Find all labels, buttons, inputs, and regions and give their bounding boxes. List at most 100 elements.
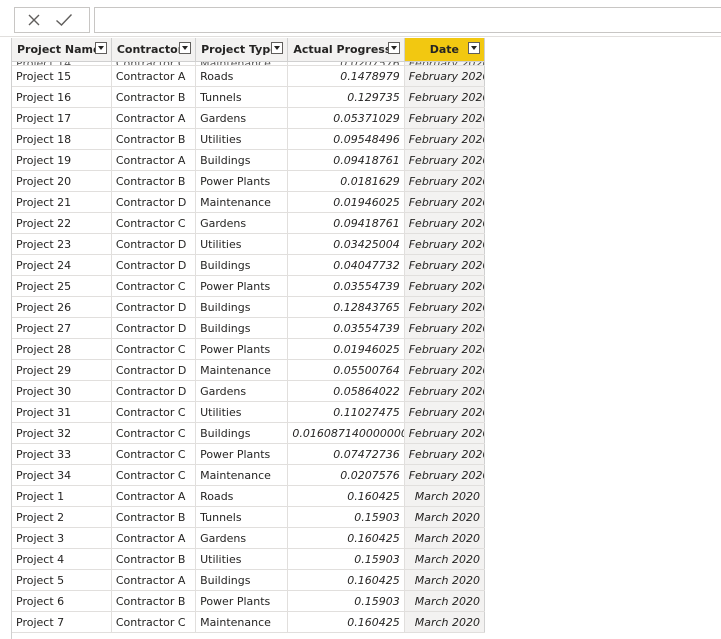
filter-button[interactable]: [468, 42, 480, 54]
cell-date[interactable]: February 2020: [404, 296, 485, 318]
cell-contractor[interactable]: Contractor A: [111, 569, 197, 591]
table-row[interactable]: Project 34 Contractor C Maintenance 0.02075…: [12, 464, 485, 486]
cell-contractor[interactable]: Contractor B: [111, 170, 197, 192]
cell-type[interactable]: Utilities: [195, 548, 289, 570]
cell-date[interactable]: March 2020: [404, 590, 485, 612]
cell-project[interactable]: Project 28: [12, 338, 112, 360]
cell-project[interactable]: Project 5: [12, 569, 112, 591]
cell-contractor[interactable]: Contractor C: [111, 338, 197, 360]
cell-project[interactable]: Project 15: [12, 65, 112, 87]
cell-date[interactable]: March 2020: [404, 569, 485, 591]
table-row[interactable]: Project 27 Contractor D Buildings 0.0355473…: [12, 317, 485, 339]
cell-contractor[interactable]: Contractor A: [111, 485, 197, 507]
cell-contractor[interactable]: Contractor B: [111, 506, 197, 528]
table-row[interactable]: Project 16 Contractor B Tunnels 0.129735 Feb…: [12, 86, 485, 108]
cell-project[interactable]: Project 32: [12, 422, 112, 444]
table-row[interactable]: Project 23 Contractor D Utilities 0.0342500…: [12, 233, 485, 255]
cell-progress[interactable]: 0.04047732: [287, 254, 405, 276]
table-row[interactable]: Project 20 Contractor B Power Plants 0.0181…: [12, 170, 485, 192]
cell-contractor[interactable]: Contractor C: [111, 422, 197, 444]
cell-project[interactable]: Project 1: [12, 485, 112, 507]
cell-contractor[interactable]: Contractor B: [111, 548, 197, 570]
cell-progress[interactable]: 0.160425: [287, 611, 405, 633]
cell-contractor[interactable]: Contractor C: [111, 464, 197, 486]
cell-contractor[interactable]: Contractor B: [111, 86, 197, 108]
table-row[interactable]: Project 7 Contractor C Maintenance 0.160425…: [12, 611, 485, 633]
cell-type[interactable]: Gardens: [195, 107, 289, 129]
cell-project[interactable]: Project 18: [12, 128, 112, 150]
cell-progress[interactable]: 0.09418761: [287, 149, 405, 171]
table-row[interactable]: Project 5 Contractor A Buildings 0.160425 Ma…: [12, 569, 485, 591]
cell-type[interactable]: Power Plants: [195, 443, 289, 465]
cell-type[interactable]: Gardens: [195, 380, 289, 402]
cancel-button[interactable]: [23, 10, 45, 30]
cell-date[interactable]: February 2020: [404, 65, 485, 87]
cell-project[interactable]: Project 27: [12, 317, 112, 339]
cell-project[interactable]: Project 17: [12, 107, 112, 129]
cell-type[interactable]: Power Plants: [195, 275, 289, 297]
cell-date[interactable]: March 2020: [404, 506, 485, 528]
table-row[interactable]: Project 28 Contractor C Power Plants 0.0194…: [12, 338, 485, 360]
cell-type[interactable]: Buildings: [195, 422, 289, 444]
cell-progress[interactable]: 0.01946025: [287, 191, 405, 213]
filter-button[interactable]: [179, 42, 192, 54]
cell-type[interactable]: Power Plants: [195, 590, 289, 612]
cell-date[interactable]: March 2020: [404, 485, 485, 507]
cell-date[interactable]: February 2020: [404, 191, 485, 213]
cell-contractor[interactable]: Contractor C: [111, 401, 197, 423]
cell-date[interactable]: February 2020: [404, 275, 485, 297]
cell-progress[interactable]: 0.07472736: [287, 443, 405, 465]
table-row[interactable]: Project 3 Contractor A Gardens 0.160425 Marc…: [12, 527, 485, 549]
cell-progress[interactable]: 0.05864022: [287, 380, 405, 402]
cell-contractor[interactable]: Contractor A: [111, 149, 197, 171]
cell-progress[interactable]: 0.05371029: [287, 107, 405, 129]
cell-progress[interactable]: 0.03425004: [287, 233, 405, 255]
cell-date[interactable]: February 2020: [404, 380, 485, 402]
cell-type[interactable]: Maintenance: [195, 191, 289, 213]
cell-type[interactable]: Gardens: [195, 527, 289, 549]
cell-contractor[interactable]: Contractor B: [111, 128, 197, 150]
cell-project[interactable]: Project 19: [12, 149, 112, 171]
cell-date[interactable]: February 2020: [404, 317, 485, 339]
cell-date[interactable]: February 2020: [404, 422, 485, 444]
column-header-progress[interactable]: Actual Progress: [287, 38, 405, 62]
cell-project[interactable]: Project 20: [12, 170, 112, 192]
cell-type[interactable]: Buildings: [195, 317, 289, 339]
cell-contractor[interactable]: Contractor C: [111, 611, 197, 633]
cell-project[interactable]: Project 21: [12, 191, 112, 213]
cell-date[interactable]: February 2020: [404, 170, 485, 192]
cell-contractor[interactable]: Contractor D: [111, 191, 197, 213]
table-row[interactable]: Project 26 Contractor D Buildings 0.1284376…: [12, 296, 485, 318]
cell-date[interactable]: February 2020: [404, 61, 485, 66]
cell-type[interactable]: Tunnels: [195, 86, 289, 108]
cell-progress[interactable]: 0.0181629: [287, 170, 405, 192]
table-row[interactable]: Project 22 Contractor C Gardens 0.09418761 F…: [12, 212, 485, 234]
table-row[interactable]: Project 19 Contractor A Buildings 0.0941876…: [12, 149, 485, 171]
cell-date[interactable]: February 2020: [404, 107, 485, 129]
table-row[interactable]: Project 18 Contractor B Utilities 0.0954849…: [12, 128, 485, 150]
cell-type[interactable]: Buildings: [195, 149, 289, 171]
cell-contractor[interactable]: Contractor D: [111, 296, 197, 318]
table-row[interactable]: Project 25 Contractor C Power Plants 0.0355…: [12, 275, 485, 297]
table-row[interactable]: Project 17 Contractor A Gardens 0.05371029 F…: [12, 107, 485, 129]
cell-type[interactable]: Power Plants: [195, 338, 289, 360]
cell-date[interactable]: March 2020: [404, 611, 485, 633]
commit-button[interactable]: [53, 10, 75, 30]
cell-date[interactable]: March 2020: [404, 548, 485, 570]
cell-type[interactable]: Maintenance: [195, 611, 289, 633]
cell-contractor[interactable]: Contractor C: [111, 275, 197, 297]
cell-type[interactable]: Roads: [195, 65, 289, 87]
table-row[interactable]: Project 31 Contractor C Utilities 0.1102747…: [12, 401, 485, 423]
cell-date[interactable]: February 2020: [404, 254, 485, 276]
cell-contractor[interactable]: Contractor C: [111, 212, 197, 234]
cell-progress[interactable]: 0.01946025: [287, 338, 405, 360]
cell-type[interactable]: Buildings: [195, 296, 289, 318]
cell-contractor[interactable]: Contractor D: [111, 254, 197, 276]
cell-contractor[interactable]: Contractor A: [111, 65, 197, 87]
cell-date[interactable]: February 2020: [404, 86, 485, 108]
cell-project[interactable]: Project 16: [12, 86, 112, 108]
cell-contractor[interactable]: Contractor D: [111, 317, 197, 339]
cell-date[interactable]: February 2020: [404, 212, 485, 234]
table-row[interactable]: Project 24 Contractor D Buildings 0.0404773…: [12, 254, 485, 276]
filter-button[interactable]: [94, 42, 107, 54]
